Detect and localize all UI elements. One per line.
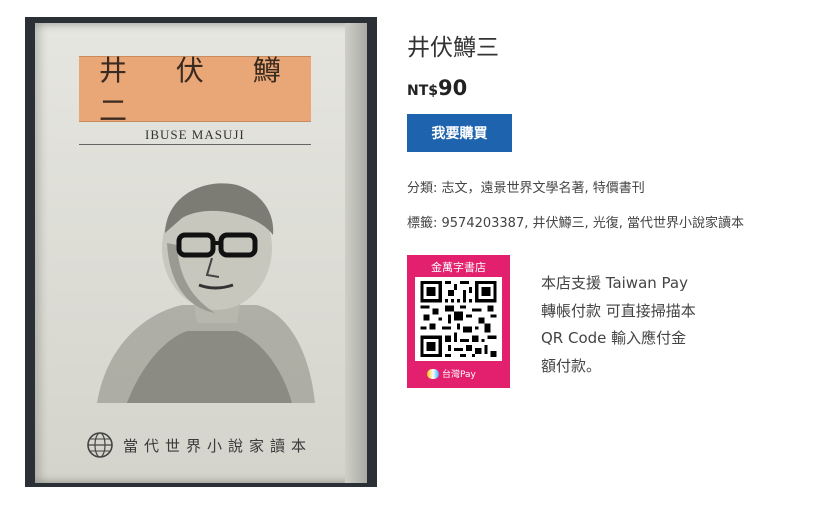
product-image[interactable]: 井 伏 鱒 二 IBUSE MASUJI 當代世界小說家讀本 <box>25 17 377 487</box>
price-currency: NT$ <box>407 83 439 99</box>
tags-line: 標籤: 9574203387, 井伏鱒三, 光復, 當代世界小說家讀本 <box>407 216 745 231</box>
category-line: 分類: 志文，遠景世界文學名著, 特價書刊 <box>407 181 645 196</box>
cover-title-box: 井 伏 鱒 二 <box>79 54 311 127</box>
buy-button[interactable]: 我要購買 <box>407 114 512 152</box>
pay-label: 台灣Pay <box>442 370 476 380</box>
cover-title: 井 伏 鱒 二 <box>99 54 301 127</box>
price-amount: 90 <box>438 76 468 100</box>
taiwan-pay-description: 本店支援 Taiwan Pay 轉帳付款 可直接掃描本 QR Code 輸入應付… <box>541 274 696 375</box>
product-title: 井伏鱒三 <box>407 35 499 61</box>
qr-code-icon <box>420 281 497 357</box>
globe-icon <box>87 432 113 458</box>
author-portrait <box>97 183 315 403</box>
cover-divider <box>79 144 311 145</box>
cover-series: 當代世界小說家讀本 <box>85 430 312 460</box>
qr-code <box>415 277 502 361</box>
taiwan-pay-icon <box>427 368 439 379</box>
taiwan-pay-logo: 台灣Pay <box>427 367 476 380</box>
qr-store-name: 金萬字書店 <box>431 261 486 274</box>
cover-edge-shadow <box>345 23 367 483</box>
product-price: NT$90 <box>407 76 467 100</box>
cover-romaji: IBUSE MASUJI <box>145 127 245 142</box>
taiwan-pay-qr-card: 金萬字書店 台灣Pay <box>407 255 510 388</box>
cover-series-text: 當代世界小說家讀本 <box>123 436 313 455</box>
book-cover: 井 伏 鱒 二 IBUSE MASUJI 當代世界小說家讀本 <box>35 23 367 483</box>
